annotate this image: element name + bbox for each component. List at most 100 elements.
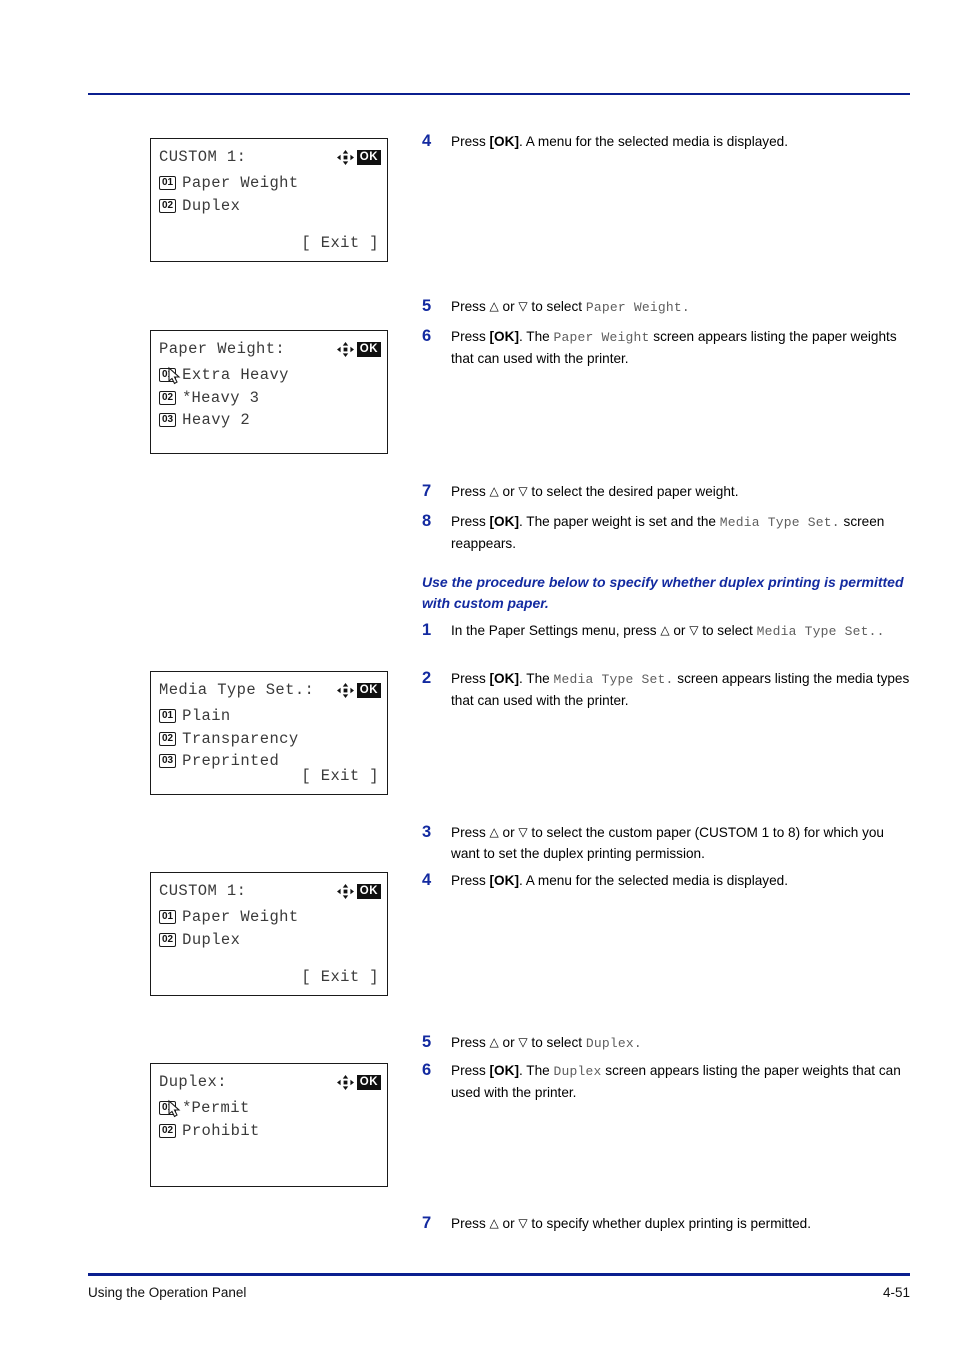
step-text: Press △ or ▽ to select Paper Weight. (451, 296, 910, 318)
lcd-panel-custom1-top: CUSTOM 1: OK 01 Paper Weight 02 Duplex [… (150, 138, 388, 262)
key-label: [OK] (489, 1063, 519, 1078)
row-number-box: 02 (159, 932, 177, 947)
row-number-box: 02 (159, 390, 177, 405)
step-text-part: Press (451, 1063, 490, 1078)
row-label: Prohibit (182, 1121, 260, 1140)
lcd-reference: Media Type Set. (719, 515, 840, 530)
row-label: Plain (182, 707, 231, 726)
ok-badge-icon: OK (356, 1074, 381, 1090)
lcd-row[interactable]: 02 Transparency (159, 728, 381, 751)
key-label: [OK] (489, 873, 519, 888)
lcd-row-list: 01 Paper Weight 02 Duplex (159, 172, 381, 217)
header-rule (88, 93, 910, 95)
lcd-header: CUSTOM 1: OK (159, 148, 381, 166)
lcd-title: Paper Weight: (159, 340, 286, 358)
lcd-header: CUSTOM 1: OK (159, 882, 381, 900)
footer-section-title: Using the Operation Panel (88, 1285, 247, 1300)
lcd-header: Media Type Set.: OK (159, 681, 381, 699)
lcd-panel-paper-weight: Paper Weight: OK 01 Extra Heavy 02 * Hea… (150, 330, 388, 454)
lcd-exit-label[interactable]: [ Exit ] (159, 767, 379, 785)
lcd-title: CUSTOM 1: (159, 882, 247, 900)
step-number: 2 (422, 669, 432, 687)
step-number: 7 (422, 482, 432, 500)
manual-page: CUSTOM 1: OK 01 Paper Weight 02 Duplex [… (0, 0, 954, 1350)
row-number-box: 02 (159, 731, 177, 746)
step-text: Press △ or ▽ to specify whether duplex p… (451, 1213, 910, 1234)
key-label: [OK] (489, 134, 519, 149)
step-text-part: . The (518, 671, 554, 686)
row-label: Duplex (182, 930, 241, 949)
lcd-row[interactable]: 03 Heavy 2 (159, 409, 381, 432)
lcd-reference: Duplex (585, 1036, 634, 1051)
step-8a: 8 Press [OK]. The paper weight is set an… (422, 511, 910, 554)
lcd-exit-label[interactable]: [ Exit ] (159, 234, 379, 252)
row-number-box: 01 (159, 709, 177, 724)
step-text-part: to select (527, 1035, 586, 1050)
ok-badge-icon: OK (356, 149, 381, 165)
step-text-part: or (669, 623, 690, 638)
lcd-reference: Paper Weight (585, 300, 682, 315)
step-text-part: Press (451, 1216, 490, 1231)
step-text-part: . (681, 300, 690, 315)
lcd-row[interactable]: 02 Duplex (159, 195, 381, 218)
lcd-status-icons: OK (336, 682, 381, 698)
ok-badge-icon: OK (356, 682, 381, 698)
step-7b: 7 Press △ or ▽ to specify whether duplex… (422, 1213, 910, 1234)
step-text-part: In the Paper Settings menu, press (451, 623, 661, 638)
lcd-row[interactable]: 01 Extra Heavy (159, 364, 381, 387)
step-3b: 3 Press △ or ▽ to select the custom pape… (422, 822, 910, 864)
step-text: Press △ or ▽ to select the desired paper… (451, 481, 910, 502)
lcd-row[interactable]: 01 Plain (159, 705, 381, 728)
step-number: 5 (422, 1033, 432, 1051)
down-arrow-icon: ▽ (518, 1035, 528, 1049)
row-number-box: 01 (159, 368, 177, 383)
up-arrow-icon: △ (489, 299, 499, 313)
lcd-reference: Media Type Set. (756, 624, 877, 639)
step-number: 3 (422, 823, 432, 841)
lcd-title: Duplex: (159, 1073, 227, 1091)
step-number: 6 (422, 327, 432, 345)
lcd-header: Paper Weight: OK (159, 340, 381, 358)
step-text-part: to select the desired paper weight. (527, 484, 739, 499)
step-5b: 5 Press △ or ▽ to select Duplex. (422, 1032, 910, 1054)
lcd-row[interactable]: 02 * Heavy 3 (159, 387, 381, 410)
step-number: 4 (422, 132, 432, 150)
lcd-row[interactable]: 01 * Permit (159, 1097, 381, 1120)
down-arrow-icon: ▽ (518, 299, 528, 313)
row-label: Transparency (182, 729, 299, 748)
lcd-row[interactable]: 02 Prohibit (159, 1120, 381, 1143)
lcd-row-list: 01 Paper Weight 02 Duplex (159, 906, 381, 951)
row-label: Heavy 3 (191, 388, 260, 407)
step-text-part: Press (451, 299, 490, 314)
step-number: 5 (422, 297, 432, 315)
lcd-panel-media-type-set: Media Type Set.: OK 01 Plain 02 Transpar… (150, 671, 388, 795)
down-arrow-icon: ▽ (518, 825, 528, 839)
ok-badge-icon: OK (356, 341, 381, 357)
key-label: [OK] (489, 671, 519, 686)
step-text-part: or (498, 825, 519, 840)
row-number-box: 01 (159, 176, 177, 191)
four-way-arrow-icon (336, 1074, 354, 1090)
four-way-arrow-icon (336, 341, 354, 357)
up-arrow-icon: △ (660, 623, 670, 637)
step-text-part: or (498, 484, 519, 499)
ok-badge-icon: OK (356, 883, 381, 899)
lcd-exit-label[interactable]: [ Exit ] (159, 968, 379, 986)
up-arrow-icon: △ (489, 1216, 499, 1230)
row-label: Heavy 2 (182, 411, 251, 430)
lcd-reference: Paper Weight (553, 330, 650, 345)
lcd-row[interactable]: 02 Duplex (159, 929, 381, 952)
step-4a: 4 Press [OK]. A menu for the selected me… (422, 131, 910, 152)
lcd-row[interactable]: 01 Paper Weight (159, 172, 381, 195)
step-text-part: Press (451, 671, 490, 686)
down-arrow-icon: ▽ (518, 484, 528, 498)
step-text-part: Press (451, 484, 490, 499)
step-text-part: to select (698, 623, 757, 638)
lcd-header: Duplex: OK (159, 1073, 381, 1091)
lcd-row[interactable]: 01 Paper Weight (159, 906, 381, 929)
step-text: Press [OK]. A menu for the selected medi… (451, 131, 910, 152)
page-footer: Using the Operation Panel 4-51 (88, 1285, 910, 1300)
lcd-status-icons: OK (336, 1074, 381, 1090)
lcd-status-icons: OK (336, 883, 381, 899)
step-text-part: Press (451, 329, 490, 344)
